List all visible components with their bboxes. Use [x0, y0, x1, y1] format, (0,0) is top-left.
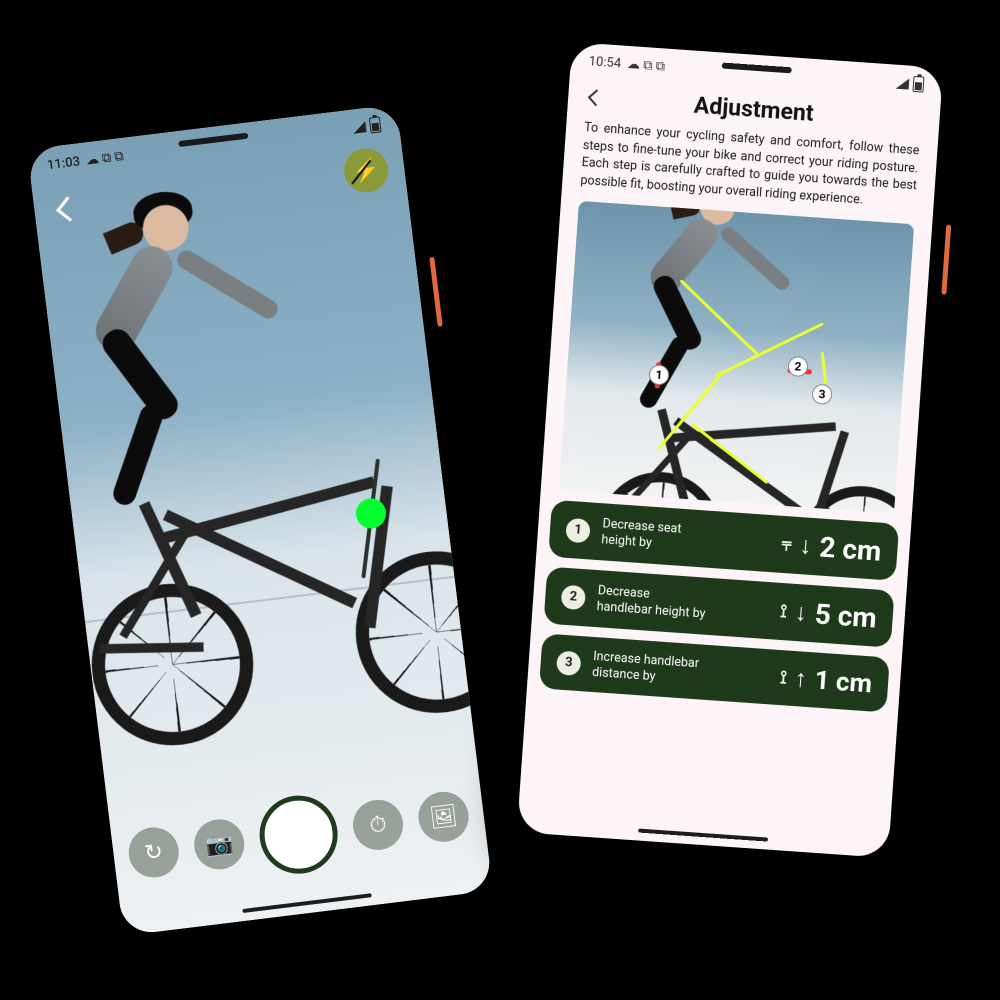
- cyclist-figure: [594, 288, 914, 513]
- down-arrow-icon: ↓: [799, 531, 813, 561]
- flash-off-icon: ⚡: [351, 156, 381, 184]
- status-indicator-icons: ☁ ⧉ ⧉: [627, 56, 666, 74]
- back-button[interactable]: [49, 189, 89, 229]
- adjustment-card[interactable]: 3 Increase handlebar distance by ⟟ ↑ 1 c…: [539, 633, 890, 712]
- status-time: 10:54: [588, 54, 621, 71]
- status-indicator-icons: ☁ ⧉ ⧉: [85, 148, 125, 168]
- home-indicator: [638, 829, 768, 842]
- gallery-icon: 🖼: [428, 803, 459, 831]
- switch-icon: ↻: [143, 839, 164, 866]
- timer-button[interactable]: ⏱: [350, 797, 406, 853]
- camera-screen: 11:03 ☁ ⧉ ⧉ ⚡ ↻ 📷 ⏱: [27, 104, 493, 935]
- cyclist-figure: [54, 309, 493, 755]
- timer-icon: ⏱: [368, 811, 388, 838]
- camera-mode-button[interactable]: 📷: [191, 817, 247, 873]
- adjustment-screen: 10:54 ☁ ⧉ ⧉ Adjustment To enhance your c…: [517, 42, 943, 858]
- down-arrow-icon: ↓: [794, 598, 808, 628]
- step-value: 2 cm: [818, 531, 882, 568]
- adjustment-list: 1 Decrease seat height by ⫧ ↓ 2 cm 2 Dec…: [526, 499, 911, 726]
- handlebar-icon: ⟟: [779, 667, 787, 688]
- step-number: 3: [556, 650, 582, 676]
- analysis-photo: 1 2 3: [559, 201, 914, 514]
- camera-icon: 📷: [204, 830, 234, 858]
- signal-icon: [896, 77, 910, 89]
- step-value: 5 cm: [814, 597, 878, 634]
- step-number: 1: [565, 517, 591, 543]
- signal-icon: [352, 121, 366, 134]
- shutter-button[interactable]: [255, 791, 342, 878]
- step-value: 1 cm: [814, 665, 873, 699]
- step-label: Increase handlebar distance by: [592, 649, 704, 688]
- phone-camera: 11:03 ☁ ⧉ ⧉ ⚡ ↻ 📷 ⏱: [12, 89, 509, 952]
- switch-camera-button[interactable]: ↻: [126, 825, 182, 881]
- battery-icon: [369, 116, 382, 133]
- battery-icon: [912, 76, 924, 93]
- back-arrow-icon: [56, 196, 81, 221]
- adjustment-card[interactable]: 1 Decrease seat height by ⫧ ↓ 2 cm: [548, 500, 899, 581]
- step-label: Decrease handlebar height by: [596, 583, 708, 622]
- gallery-button[interactable]: 🖼: [416, 789, 472, 845]
- up-arrow-icon: ↑: [794, 664, 808, 694]
- step-number: 2: [561, 584, 587, 610]
- phone-adjustment: 10:54 ☁ ⧉ ⧉ Adjustment To enhance your c…: [502, 27, 958, 873]
- adjustment-card[interactable]: 2 Decrease handlebar height by ⟟ ↓ 5 cm: [543, 567, 894, 648]
- step-label: Decrease seat height by: [601, 516, 713, 555]
- seat-icon: ⫧: [781, 534, 793, 556]
- status-time: 11:03: [46, 154, 81, 173]
- handlebar-icon: ⟟: [780, 601, 788, 622]
